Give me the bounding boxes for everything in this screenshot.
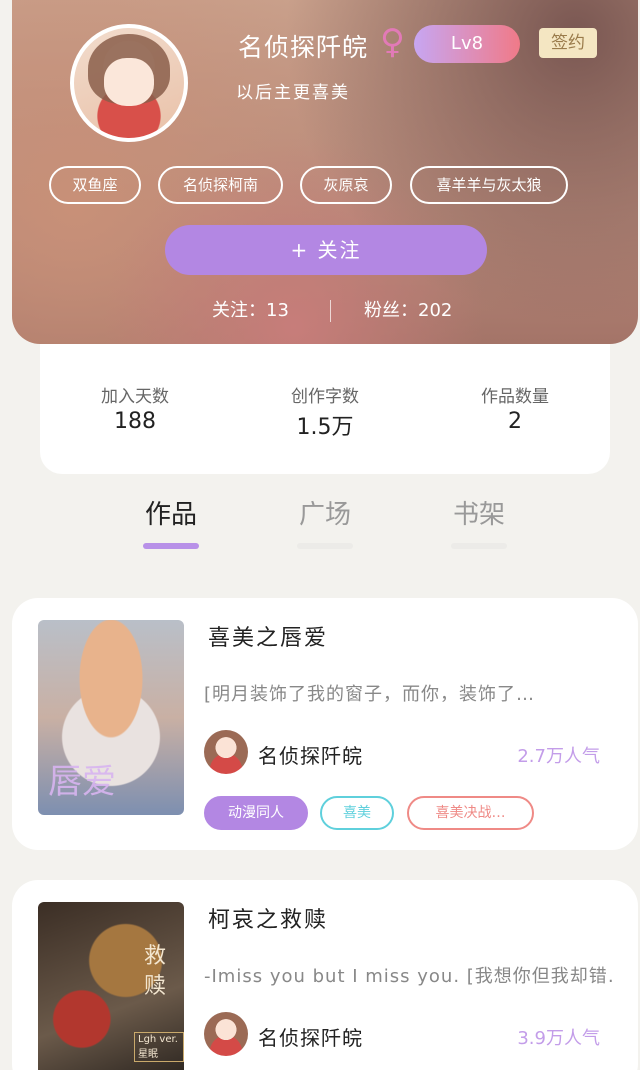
- follow-stats: 关注：13 粉丝：202: [12, 296, 638, 324]
- tag-item[interactable]: 灰原哀: [300, 166, 392, 204]
- work-card[interactable]: 唇爱 喜美之唇爱 [明月装饰了我的窗子，而你，装饰了… 名侦探阡皖 2.7万人气…: [12, 598, 638, 850]
- work-title[interactable]: 喜美之唇爱: [208, 620, 328, 652]
- profile-avatar[interactable]: [70, 24, 188, 142]
- stat-join-days: 加入天数 188: [60, 382, 210, 434]
- tab-works[interactable]: 作品: [126, 494, 216, 549]
- tag-item[interactable]: 名侦探柯南: [158, 166, 283, 204]
- profile-header: 名侦探阡皖 ♀ Lv8 签约 以后主更喜美 双鱼座 名侦探柯南 灰原哀 喜羊羊与…: [12, 0, 638, 344]
- work-cover[interactable]: 救赎 Lgh ver.星眠: [38, 902, 184, 1070]
- stat-label: 创作字数: [291, 387, 359, 407]
- stat-label: 加入天数: [101, 387, 169, 407]
- author-name[interactable]: 名侦探阡皖: [258, 1022, 363, 1051]
- tab-bookshelf[interactable]: 书架: [434, 494, 524, 549]
- tab-square[interactable]: 广场: [280, 494, 370, 549]
- stats-divider: [330, 300, 331, 322]
- stat-works-count: 作品数量 2: [440, 382, 590, 434]
- tag-chip[interactable]: 喜美决战…: [407, 796, 534, 830]
- avatar-face: [104, 58, 154, 106]
- tab-label: 书架: [452, 500, 505, 530]
- stats-card: 加入天数 188 创作字数 1.5万 作品数量 2: [40, 344, 610, 474]
- stat-label: 作品数量: [481, 387, 549, 407]
- tag-item[interactable]: 喜羊羊与灰太狼: [410, 166, 568, 204]
- female-icon: ♀: [380, 22, 405, 62]
- level-badge: Lv8: [414, 25, 520, 63]
- author-avatar[interactable]: [204, 730, 248, 774]
- work-description: -Imiss you but I miss you. [我想你但我却错…: [204, 966, 614, 987]
- stat-value: 1.5万: [296, 415, 354, 440]
- fans-count[interactable]: 粉丝：202: [364, 296, 452, 322]
- profile-motto: 以后主更喜美: [236, 83, 350, 103]
- popularity-count: 2.7万人气: [517, 746, 600, 767]
- work-description: [明月装饰了我的窗子，而你，装饰了…: [204, 684, 536, 705]
- tag-item[interactable]: 双鱼座: [49, 166, 141, 204]
- cover-title: 救赎: [144, 944, 167, 999]
- tab-bar: 作品 广场 书架: [0, 494, 640, 554]
- author-avatar[interactable]: [204, 1012, 248, 1056]
- cover-title: 唇爱: [48, 762, 116, 802]
- popularity-count: 3.9万人气: [517, 1028, 600, 1049]
- tab-label: 广场: [298, 500, 351, 530]
- tag-chip[interactable]: 喜美: [320, 796, 394, 830]
- cover-ribbon: Lgh ver.星眠: [134, 1032, 184, 1062]
- author-name[interactable]: 名侦探阡皖: [258, 740, 363, 769]
- work-cover[interactable]: 唇爱: [38, 620, 184, 815]
- stat-value: 2: [508, 409, 522, 434]
- following-count[interactable]: 关注：13: [212, 296, 289, 322]
- username: 名侦探阡皖: [238, 33, 369, 62]
- tab-indicator: [143, 543, 199, 549]
- work-card[interactable]: 救赎 Lgh ver.星眠 柯哀之救赎 -Imiss you but I mis…: [12, 880, 638, 1070]
- tab-indicator: [297, 543, 353, 549]
- tab-indicator: [451, 543, 507, 549]
- tab-label: 作品: [144, 500, 197, 530]
- stat-value: 188: [114, 409, 156, 434]
- tag-chip[interactable]: 动漫同人: [204, 796, 308, 830]
- follow-button[interactable]: + 关注: [165, 225, 487, 275]
- stat-word-count: 创作字数 1.5万: [250, 382, 400, 441]
- work-title[interactable]: 柯哀之救赎: [208, 902, 328, 934]
- signed-badge: 签约: [539, 28, 597, 58]
